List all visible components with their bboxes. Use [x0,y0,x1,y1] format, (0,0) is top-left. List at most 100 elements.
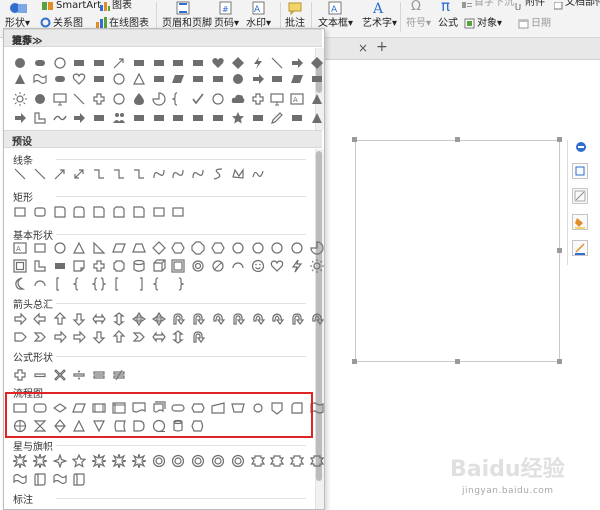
shape-circarr-icon[interactable] [310,312,324,326]
shape-frect-icon[interactable] [251,111,265,125]
shape-arrowup-icon[interactable] [112,330,126,344]
shape-scribble-icon[interactable] [251,167,265,181]
fill-icon[interactable] [572,214,588,230]
shape-circle-icon[interactable] [13,56,27,70]
shape-seal-icon[interactable] [171,454,185,468]
object-button[interactable]: 对象▾ [477,18,502,30]
shape-arc-icon[interactable] [33,277,47,291]
wordart-button[interactable]: 艺术字▾ [362,18,397,30]
shape-tri-icon[interactable] [13,72,27,86]
shape-arrowlf-icon[interactable] [32,312,47,326]
shape-diamond-icon[interactable] [231,56,245,70]
shape-farrow-icon[interactable] [251,72,265,86]
attachment-button[interactable]: 附件 [525,0,545,9]
resize-handle[interactable] [352,359,357,364]
chart-button[interactable]: 图表 [112,0,132,12]
shape-plus-icon[interactable] [13,368,27,382]
shape-wave-icon[interactable] [13,472,27,486]
shape-frect-icon[interactable] [171,111,185,125]
shape-ocircle-icon[interactable] [53,56,67,70]
shape-pentarr-icon[interactable] [13,330,27,344]
shape-elbow-icon[interactable] [112,167,126,181]
shape-line-icon[interactable] [72,92,86,106]
shape-circarr-icon[interactable] [270,312,285,326]
shape-moon-icon[interactable] [13,277,27,291]
shape-frect-icon[interactable] [211,111,225,125]
shape-star5-icon[interactable] [72,454,87,468]
shape-frect-icon[interactable] [132,111,146,125]
shape-ocircle-icon[interactable] [112,72,126,86]
shape-otri-icon[interactable] [132,72,146,86]
shape-obolt-icon[interactable] [290,259,304,273]
shape-drop-icon[interactable] [132,92,146,106]
shape-check-icon[interactable] [191,92,205,106]
shape-scurve-icon[interactable] [211,167,225,181]
shape-brace-icon[interactable] [171,92,185,106]
collapse-icon[interactable] [576,142,586,152]
shape-circarr-icon[interactable] [211,312,225,326]
shape-nosym-icon[interactable] [211,259,225,273]
shape-frect-icon[interactable] [310,72,324,86]
shape-uturn-icon[interactable] [231,312,245,326]
close-tab-icon[interactable]: × [358,41,368,55]
shape-textbox-icon[interactable]: A [290,92,304,106]
shape-ribbon-icon[interactable] [250,454,265,468]
shape-ocircle-icon[interactable] [112,92,126,106]
shape-frrect-icon[interactable] [53,72,67,86]
shape-quad-icon[interactable] [131,312,146,326]
shape-ocircle-icon[interactable] [251,241,265,255]
shape-bolt-icon[interactable] [251,56,265,70]
resize-handle[interactable] [455,137,460,142]
shape-arrow-icon[interactable] [53,330,67,344]
shape-ocircle-icon[interactable] [211,92,225,106]
shape-arrowdn-icon[interactable] [92,330,106,344]
shape-pie-icon[interactable] [310,241,324,255]
shape-arc-icon[interactable] [231,259,245,273]
shape-bracket-icon[interactable] [112,277,126,291]
shape-frect-icon[interactable] [191,111,205,125]
shape-ocircle-icon[interactable] [270,241,284,255]
shape-round1-icon[interactable] [53,205,67,219]
shape-uturn-icon[interactable] [191,312,206,326]
shape-darrow-icon[interactable] [72,167,86,181]
shape-burst-icon[interactable] [92,454,107,468]
shape-frect-icon[interactable] [171,56,185,70]
shape-minus-icon[interactable] [33,368,47,382]
shape-plus-icon[interactable] [92,259,106,273]
shape-ocircle-icon[interactable] [53,241,67,255]
crop-icon[interactable] [572,188,588,204]
shape-brace-icon[interactable] [152,277,166,291]
shape-chevron-icon[interactable] [132,330,146,344]
docpart-button[interactable]: 文档部件 [565,0,600,9]
shape-frect-icon[interactable] [92,72,106,86]
shape-elbow-icon[interactable] [132,167,146,181]
shape-scroll-icon[interactable] [33,472,47,486]
shape-fstar-icon[interactable] [231,111,245,125]
shape-lshape-icon[interactable] [33,259,47,273]
shape-seal-icon[interactable] [152,454,166,468]
shape-diamond-icon[interactable] [310,56,324,70]
shape-farrow-icon[interactable] [13,111,27,125]
shape-cube-icon[interactable] [152,259,166,273]
shape-frect-icon[interactable] [152,56,166,70]
shape-arrow-icon[interactable] [72,330,87,344]
layout-options-icon[interactable] [572,163,588,179]
shape-ribbon-icon[interactable] [290,454,305,468]
shape-oheart-icon[interactable] [72,72,86,86]
resize-handle[interactable] [455,359,460,364]
shape-textbox-icon[interactable]: A [13,241,27,255]
shape-circle-icon[interactable] [33,92,47,106]
shape-arrow-icon[interactable] [13,312,27,326]
shape-monitor-icon[interactable] [52,92,67,106]
shape-divide-icon[interactable] [72,368,86,382]
shape-frect-icon[interactable] [152,72,166,86]
shape-rbrace-icon[interactable] [171,277,185,291]
shape-uturn-icon[interactable] [191,330,206,344]
shape-circarr-icon[interactable] [251,312,265,326]
shape-tri-icon[interactable] [310,92,324,106]
shape-fold-icon[interactable] [72,259,86,273]
shape-frect-icon[interactable] [191,56,205,70]
shape-pie-icon[interactable] [151,92,166,106]
shape-chevron-icon[interactable] [33,330,47,344]
shape-snip-icon[interactable] [92,205,106,219]
